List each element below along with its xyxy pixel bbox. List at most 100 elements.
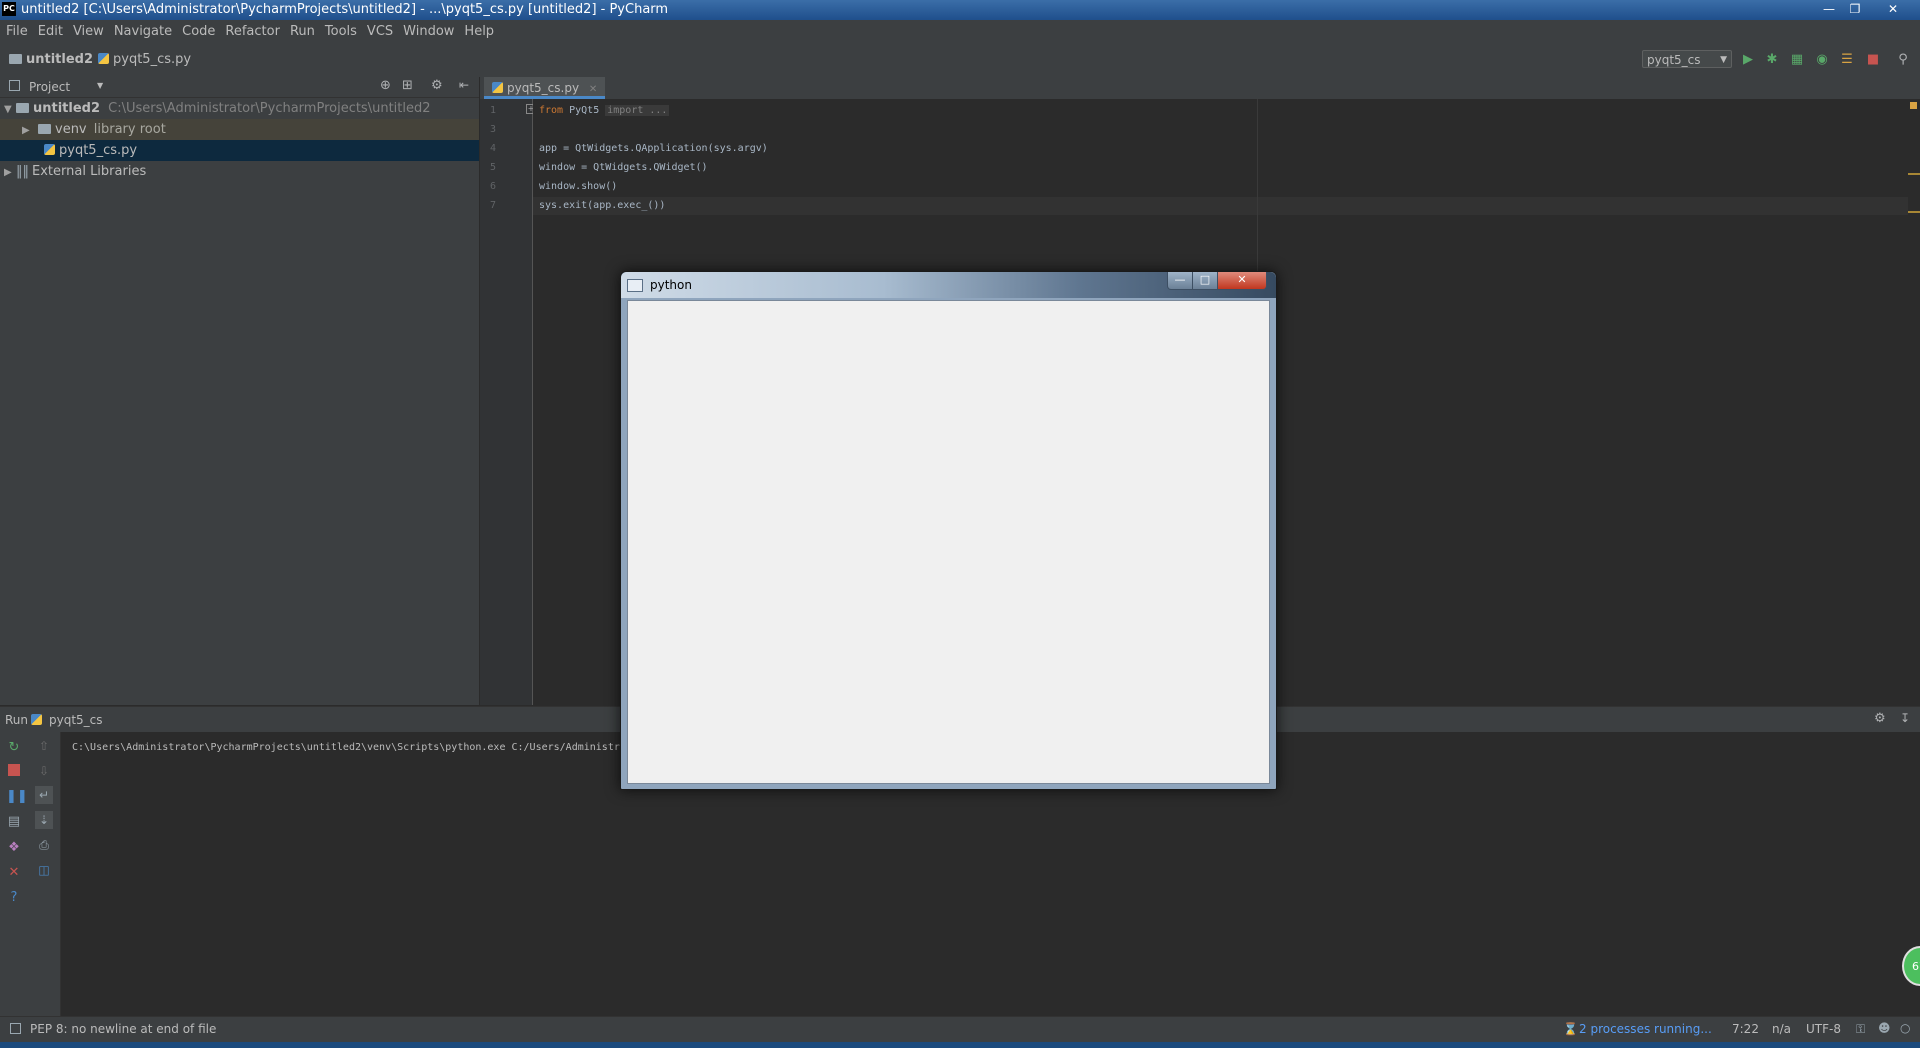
search-icon[interactable]: ⚲	[1896, 53, 1910, 67]
warning-stripe-mark[interactable]	[1908, 211, 1920, 213]
python-file-icon	[44, 144, 55, 155]
code-line: from PyQt5 import ...	[539, 105, 670, 116]
trash-icon[interactable]: ◫	[35, 861, 53, 879]
menu-view[interactable]: View	[68, 20, 109, 39]
memory-value: 67	[1912, 960, 1920, 973]
qwidget-client-area[interactable]	[627, 300, 1270, 784]
tree-item-pyqt5-file[interactable]: pyqt5_cs.py	[0, 140, 479, 161]
profile-icon[interactable]: ◉	[1815, 53, 1829, 67]
gear-icon[interactable]: ⚙	[431, 78, 443, 93]
code-line: app = QtWidgets.QApplication(sys.argv)	[539, 143, 768, 154]
project-view-icon	[9, 80, 20, 91]
lock-icon[interactable]: ⚿	[1856, 1022, 1865, 1037]
debug-icon[interactable]: ✱	[1765, 53, 1779, 67]
window-title-bar: PC untitled2 [C:\Users\Administrator\Pyc…	[0, 0, 1920, 20]
python-window-title-bar[interactable]: python — □ ✕	[621, 272, 1276, 298]
library-icon: ‖‖	[16, 164, 29, 179]
os-taskbar	[0, 1042, 1920, 1048]
minimize-button[interactable]: —	[1818, 1, 1840, 17]
close-window-button[interactable]: ✕	[1882, 1, 1904, 17]
soft-wrap-icon[interactable]: ↵	[35, 786, 53, 804]
run-toolbar: ↻ ❚❚ ▤ ❖ ✕ ?	[0, 732, 28, 1016]
close-button[interactable]: ✕	[1217, 272, 1267, 290]
tree-item-project-root[interactable]: ▼ untitled2 C:\Users\Administrator\Pychar…	[0, 98, 479, 119]
minimize-button[interactable]: —	[1167, 272, 1193, 290]
menu-edit[interactable]: Edit	[33, 20, 68, 39]
inspector-icon[interactable]: ☻	[1878, 1021, 1891, 1035]
warning-stripe-mark[interactable]	[1908, 173, 1920, 175]
coverage-icon[interactable]: ▦	[1790, 53, 1804, 67]
folder-icon	[16, 103, 29, 113]
gear-icon[interactable]: ⚙	[1874, 711, 1886, 726]
pause-icon[interactable]: ❚❚	[6, 789, 28, 805]
hide-panel-icon[interactable]: ↧	[1900, 711, 1910, 725]
background-processes-link[interactable]: 2 processes running...	[1579, 1022, 1712, 1036]
up-arrow-icon[interactable]: ⇧	[35, 737, 53, 755]
breadcrumb-project[interactable]: untitled2	[9, 52, 93, 67]
maximize-button[interactable]: ❐	[1844, 1, 1866, 17]
tab-pyqt5-file[interactable]: pyqt5_cs.py ✕	[484, 77, 606, 99]
help-icon[interactable]: ?	[6, 890, 22, 906]
keyword: from	[539, 105, 564, 116]
python-file-icon	[98, 53, 109, 64]
collapsed-arrow-icon: ▶	[4, 167, 12, 178]
menu-bar: File Edit View Navigate Code Refactor Run Tools…	[0, 20, 1920, 44]
tree-item-venv[interactable]: ▶ venv library root	[0, 119, 479, 140]
rerun-icon[interactable]: ↻	[6, 740, 22, 756]
caret-position[interactable]: 7:22	[1732, 1022, 1759, 1036]
menu-file[interactable]: File	[0, 20, 33, 39]
file-encoding[interactable]: UTF-8	[1806, 1022, 1841, 1036]
print-icon[interactable]: ⎙	[35, 836, 53, 854]
line-number: 4	[489, 143, 496, 154]
menu-window[interactable]: Window	[398, 20, 459, 39]
code-text: PyQt5	[563, 105, 606, 116]
scroll-to-end-icon[interactable]: ⇣	[35, 811, 53, 829]
tree-item-external-libraries[interactable]: ▶ ‖‖ External Libraries	[0, 161, 479, 182]
pin-icon[interactable]: ❖	[6, 840, 22, 856]
code-line: window.show()	[539, 181, 618, 192]
chevron-down-icon[interactable]: ▼	[97, 81, 103, 90]
stop-icon[interactable]: ■	[1866, 53, 1880, 67]
menu-refactor[interactable]: Refactor	[220, 20, 285, 39]
project-panel-title[interactable]: Project	[29, 80, 70, 94]
toggle-tool-windows-icon[interactable]	[10, 1023, 21, 1034]
build-icon[interactable]: ☰	[1840, 53, 1854, 67]
menu-run[interactable]: Run	[285, 20, 320, 39]
menu-help[interactable]: Help	[459, 20, 499, 39]
run-config-dropdown[interactable]: pyqt5_cs ▼	[1642, 50, 1732, 68]
menu-navigate[interactable]: Navigate	[109, 20, 177, 39]
close-tab-icon[interactable]: ✕	[589, 84, 597, 95]
locate-icon[interactable]: ⊕	[380, 78, 391, 93]
menu-tools[interactable]: Tools	[320, 20, 362, 39]
tree-item-label: pyqt5_cs.py	[59, 143, 138, 158]
down-arrow-icon[interactable]: ⇩	[35, 762, 53, 780]
breadcrumb-file[interactable]: pyqt5_cs.py	[98, 52, 191, 67]
collapse-icon[interactable]: ⊞	[402, 78, 413, 93]
tree-item-label: untitled2	[33, 101, 101, 116]
menu-vcs[interactable]: VCS	[362, 20, 398, 39]
run-config-tab[interactable]: pyqt5_cs	[49, 713, 103, 727]
caret-row-highlight	[533, 197, 1908, 215]
line-number: 6	[489, 181, 496, 192]
folder-icon	[9, 54, 22, 64]
line-number: 3	[489, 124, 496, 135]
restore-layout-icon[interactable]: ▤	[6, 814, 22, 830]
breadcrumb-project-label: untitled2	[26, 52, 94, 67]
line-number-gutter: 1 3 4 5 6 7 +	[480, 99, 536, 705]
python-qt-window[interactable]: python — □ ✕	[620, 271, 1277, 790]
navigation-bar: untitled2 pyqt5_cs.py pyqt5_cs ▼ ▶ ✱ ▦ ◉ …	[0, 44, 1920, 78]
warning-marker[interactable]	[1910, 102, 1917, 109]
stop-icon[interactable]	[6, 764, 22, 780]
pycharm-app-icon: PC	[2, 2, 16, 16]
error-stripe[interactable]	[1908, 99, 1920, 705]
maximize-button[interactable]: □	[1192, 272, 1218, 290]
event-log-icon[interactable]: ○	[1900, 1021, 1910, 1035]
background-tasks-icon[interactable]: ⌛	[1563, 1022, 1578, 1036]
menu-code[interactable]: Code	[177, 20, 220, 39]
hide-panel-icon[interactable]: ⇤	[459, 78, 469, 92]
folded-region[interactable]: import ...	[605, 105, 670, 116]
run-icon[interactable]: ▶	[1741, 53, 1755, 67]
line-separator[interactable]: n/a	[1772, 1022, 1791, 1036]
console-line: C:\Users\Administrator\PycharmProjects\u…	[72, 742, 620, 753]
close-icon[interactable]: ✕	[6, 865, 22, 881]
